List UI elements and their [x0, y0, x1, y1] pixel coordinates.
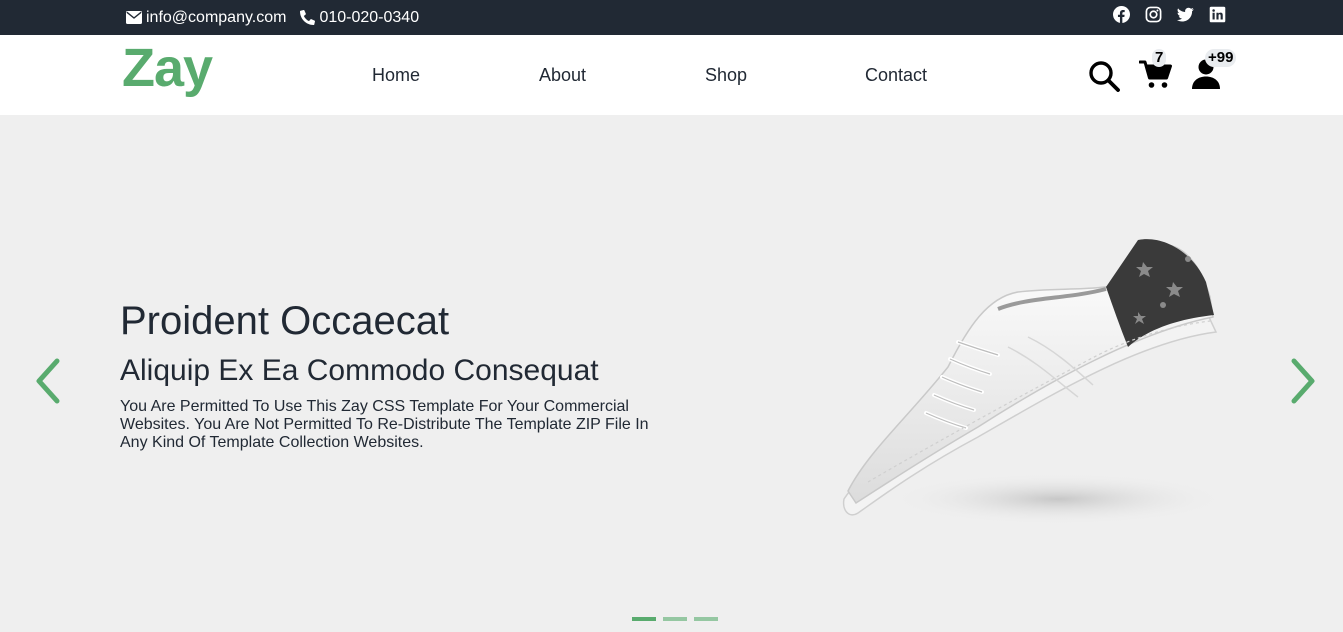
phone-link[interactable]: 010-020-0340: [300, 9, 419, 27]
nav-link-about[interactable]: About: [539, 65, 586, 86]
email-link[interactable]: info@company.com: [126, 9, 286, 27]
email-text: info@company.com: [146, 8, 287, 26]
linkedin-icon[interactable]: [1209, 6, 1226, 23]
hero-carousel: Proident Occaecat Aliquip Ex Ea Commodo …: [0, 115, 1343, 632]
nav-link-home[interactable]: Home: [372, 65, 420, 86]
carousel-indicator-3[interactable]: [694, 617, 718, 621]
facebook-icon[interactable]: [1113, 6, 1130, 23]
contact-info: info@company.com 010-020-0340: [126, 0, 419, 35]
social-links: [1113, 6, 1226, 23]
nav-link-shop[interactable]: Shop: [705, 65, 747, 86]
phone-text: 010-020-0340: [319, 8, 420, 26]
cart-count-badge: 7: [1152, 49, 1167, 67]
main-navbar: Zay Home About Shop Contact 7 +99: [0, 35, 1343, 115]
sneaker-image: [842, 239, 1228, 525]
instagram-icon[interactable]: [1145, 6, 1162, 23]
carousel-indicators: [632, 617, 718, 621]
nav-link-contact[interactable]: Contact: [865, 65, 927, 86]
chevron-left-icon[interactable]: [33, 358, 63, 404]
user-count-badge: +99: [1205, 49, 1237, 67]
twitter-icon[interactable]: [1177, 6, 1194, 23]
chevron-right-icon[interactable]: [1288, 358, 1318, 404]
phone-icon: [300, 10, 316, 25]
hero-subtitle: Aliquip Ex Ea Commodo Consequat: [120, 354, 599, 387]
carousel-indicator-2[interactable]: [663, 617, 687, 621]
carousel-indicator-1[interactable]: [632, 617, 656, 621]
hero-description: You Are Permitted To Use This Zay CSS Te…: [120, 398, 649, 451]
top-contact-bar: info@company.com 010-020-0340: [0, 0, 1343, 35]
envelope-icon: [126, 11, 142, 24]
search-icon[interactable]: [1088, 60, 1120, 92]
hero-title: Proident Occaecat: [120, 299, 450, 343]
